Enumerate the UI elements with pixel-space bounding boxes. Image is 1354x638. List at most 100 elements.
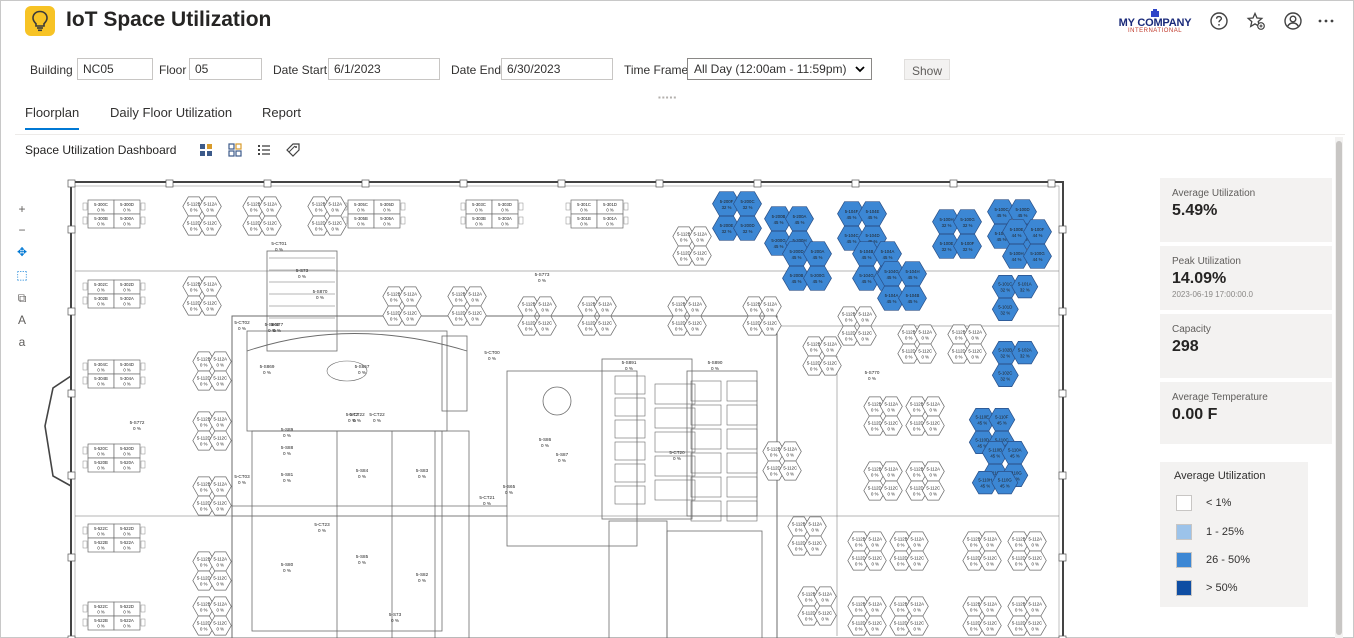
space-label: 5-300D: [120, 202, 134, 207]
pod-cluster[interactable]: 5-101C32 %5-101A32 %5-101D32 %: [991, 275, 1039, 321]
pod-cluster[interactable]: 5-112B0 %5-112A0 %5-112D0 %5-112C0 %: [307, 196, 347, 236]
pod-cluster[interactable]: 5-112B0 %5-112A0 %5-112D0 %5-112C0 %: [962, 531, 1002, 571]
copy-icon[interactable]: ⧉: [14, 290, 30, 306]
building-input[interactable]: NC05: [77, 58, 153, 80]
pod-cluster[interactable]: 5-112B0 %5-112A0 %5-112D0 %5-112C0 %: [797, 586, 837, 626]
pod-cluster[interactable]: 5-112B0 %5-112A0 %5-112D0 %5-112C0 %: [1007, 531, 1047, 571]
pod-cluster[interactable]: 5-112B0 %5-112A0 %5-112D0 %5-112C0 %: [382, 286, 422, 326]
space-label: 32 %: [942, 247, 952, 252]
floorplan-spaces[interactable]: 5-300C0 %5-300D0 %5-300B0 %5-300A0 %5-30…: [82, 191, 1052, 636]
select-area-icon[interactable]: ⬚: [14, 267, 30, 283]
pod-cluster[interactable]: 5-112B0 %5-112A0 %5-112D0 %5-112C0 %: [787, 516, 827, 556]
scrollbar-thumb[interactable]: [1336, 141, 1342, 635]
vertical-scrollbar[interactable]: [1335, 137, 1343, 638]
date-start-label: Date Start: [273, 63, 328, 77]
favorite-icon[interactable]: [1246, 11, 1266, 31]
desk-block[interactable]: 5-303C0 %5-303D0 %5-303B0 %5-303A0 %: [460, 199, 524, 229]
pod-cluster[interactable]: 5-112B0 %5-112A0 %5-112D0 %5-112C0 %: [897, 324, 937, 364]
tab-floorplan[interactable]: Floorplan: [25, 105, 80, 130]
pod-cluster[interactable]: 5-112B0 %5-112A0 %5-112D0 %5-112C0 %: [863, 396, 903, 436]
desk-block[interactable]: 5-305C0 %5-305D0 %5-305B0 %5-305A0 %: [342, 199, 406, 229]
time-frame-select[interactable]: All Day (12:00am - 11:59pm): [687, 58, 872, 80]
list-icon[interactable]: [256, 142, 272, 158]
desk-block[interactable]: 5-522C0 %5-522D0 %5-522B0 %5-522A0 %: [82, 523, 146, 553]
pod-cluster[interactable]: 5-102B32 %5-102A32 %5-102C32 %: [991, 341, 1039, 387]
space-label: 0 %: [1015, 542, 1023, 547]
pod-cluster[interactable]: 5-112B0 %5-112A0 %5-112D0 %5-112C0 %: [905, 461, 945, 501]
tab-report[interactable]: Report: [262, 105, 301, 128]
pod-cluster[interactable]: 5-112B0 %5-112A0 %5-112D0 %5-112C0 %: [905, 396, 945, 436]
space-label: 5-CT23: [314, 522, 330, 527]
pod-cluster[interactable]: 5-112B0 %5-112A0 %5-112D0 %5-112C0 %: [962, 596, 1002, 636]
pod-cluster[interactable]: 5-112B0 %5-112A0 %5-112D0 %5-112C0 %: [182, 276, 222, 316]
space-label: 45 %: [868, 215, 878, 220]
space-label: 0 %: [525, 327, 533, 332]
zoom-out-icon[interactable]: −: [14, 222, 30, 238]
space-label: 5-304C: [94, 362, 108, 367]
pod-cluster[interactable]: 5-112B0 %5-112A0 %5-112D0 %5-112C0 %: [889, 596, 929, 636]
pod-cluster[interactable]: 5-112B0 %5-112A0 %5-112D0 %5-112C0 %: [192, 551, 232, 591]
pod-cluster[interactable]: 5-112B0 %5-112A0 %5-112D0 %5-112C0 %: [802, 336, 842, 376]
space-label: 5-112A: [926, 401, 940, 406]
space-label: 5-104C: [844, 233, 858, 238]
pod-cluster[interactable]: 5-112B0 %5-112A0 %5-112D0 %5-112C0 %: [242, 196, 282, 236]
drag-handle-icon[interactable]: ▪▪▪▪▪: [658, 93, 677, 102]
space-label: 0 %: [827, 347, 835, 352]
pod-cluster[interactable]: 5-112B0 %5-112A0 %5-112D0 %5-112C0 %: [672, 226, 712, 266]
column-marker: [67, 179, 76, 188]
grid-small-icon[interactable]: [227, 142, 243, 158]
pod-cluster[interactable]: 5-112B0 %5-112A0 %5-112D0 %5-112C0 %: [192, 476, 232, 516]
zoom-in-icon[interactable]: +: [14, 201, 30, 217]
space-label: 5-112D: [677, 251, 691, 256]
floor-input[interactable]: 05: [189, 58, 262, 80]
pod-cluster[interactable]: 5-112B0 %5-112A0 %5-112D0 %5-112C0 %: [192, 596, 232, 636]
pod-cluster[interactable]: 5-112B0 %5-112A0 %5-112D0 %5-112C0 %: [889, 531, 929, 571]
space-label: 0 %: [922, 335, 930, 340]
floorplan-svg[interactable]: 5-S7730 %5-S7720 %5-S7700 %5-CT010 %5-CT…: [37, 176, 1077, 638]
desk-block[interactable]: 5-302C0 %5-302D0 %5-302B0 %5-302A0 %: [82, 279, 146, 309]
show-button[interactable]: Show: [904, 59, 950, 80]
wall-rect: [726, 452, 758, 474]
pod-cluster[interactable]: 5-112B0 %5-112A0 %5-112D0 %5-112C0 %: [762, 441, 802, 481]
pod-cluster[interactable]: 5-112B0 %5-112A0 %5-112D0 %5-112C0 %: [863, 461, 903, 501]
space-label: 5-112C: [468, 311, 482, 316]
chair: [82, 446, 88, 455]
pod-cluster[interactable]: 5-112B0 %5-112A0 %5-112D0 %5-112C0 %: [447, 286, 487, 326]
tab-daily-floor-utilization[interactable]: Daily Floor Utilization: [110, 105, 232, 128]
text-large-icon[interactable]: A: [14, 312, 30, 328]
tag-icon[interactable]: [285, 142, 301, 158]
space-label: 5-112B: [902, 329, 916, 334]
pod-cluster[interactable]: 5-100H32 %5-100G32 %5-100E32 %5-100F32 %: [932, 209, 982, 259]
grid-large-icon[interactable]: [198, 142, 214, 158]
more-icon[interactable]: [1316, 11, 1336, 31]
legend-label: > 50%: [1206, 582, 1238, 594]
text-small-icon[interactable]: a: [14, 334, 30, 350]
space-label: 5-104E: [866, 209, 880, 214]
space-label: 45 %: [1010, 454, 1020, 459]
pod-cluster[interactable]: 5-112B0 %5-112A0 %5-112D0 %5-112C0 %: [947, 324, 987, 364]
desk-block[interactable]: 5-300C0 %5-300D0 %5-300B0 %5-300A0 %: [82, 199, 146, 229]
desk-block[interactable]: 5-520C0 %5-520D0 %5-520B0 %5-520A0 %: [82, 443, 146, 473]
desk-block[interactable]: 5-301C0 %5-301D0 %5-301B0 %5-301A0 %: [565, 199, 629, 229]
desk-block[interactable]: 5-522C0 %5-522D0 %5-522B0 %5-522A0 %: [82, 601, 146, 631]
pod-cluster[interactable]: 5-112B0 %5-112A0 %5-112D0 %5-112C0 %: [192, 411, 232, 451]
date-end-input[interactable]: 6/30/2023: [501, 58, 613, 80]
pod-cluster[interactable]: 5-104G45 %5-104H45 %5-104A45 %5-104B45 %: [877, 261, 927, 311]
pod-cluster[interactable]: 5-200D45 %5-200A45 %5-200B45 %5-200G45 %: [782, 241, 832, 291]
pod-cluster[interactable]: 5-200F32 %5-200C32 %5-200E32 %5-200D32 %: [712, 191, 762, 241]
date-start-input[interactable]: 6/1/2023: [328, 58, 440, 80]
account-icon[interactable]: [1283, 11, 1303, 31]
pod-cluster[interactable]: 5-112B0 %5-112A0 %5-112D0 %5-112C0 %: [192, 351, 232, 391]
chair: [82, 526, 88, 535]
space-label: 5-112C: [1028, 556, 1042, 561]
pod-cluster[interactable]: 5-112B0 %5-112A0 %5-112D0 %5-112C0 %: [847, 531, 887, 571]
pod-cluster[interactable]: 5-112B0 %5-112A0 %5-112D0 %5-112C0 %: [1007, 596, 1047, 636]
locate-icon[interactable]: ✥: [14, 244, 30, 260]
pod-cluster[interactable]: 5-112B0 %5-112A0 %5-112D0 %5-112C0 %: [847, 596, 887, 636]
help-icon[interactable]: [1209, 11, 1229, 31]
space-label: 5-104B: [860, 249, 874, 254]
floorplan-canvas[interactable]: 5-S773 0 % 5-S772 0 % 5-S770 0 % 5-CT01 0 % 5-CT…: [37, 176, 1077, 638]
space-label: 5-101D: [998, 304, 1012, 309]
desk-block[interactable]: 5-304C0 %5-304D0 %5-304B0 %5-304A0 %: [82, 359, 146, 389]
pod-cluster[interactable]: 5-112B0 %5-112A0 %5-112D0 %5-112C0 %: [182, 196, 222, 236]
